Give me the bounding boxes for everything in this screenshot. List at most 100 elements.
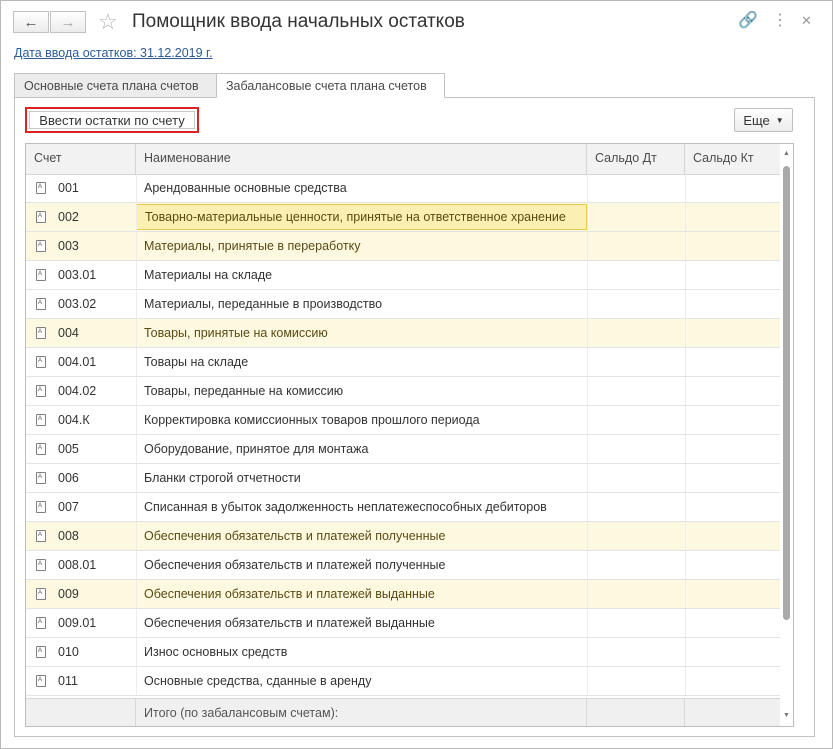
column-divider [136, 551, 137, 579]
table-row[interactable]: 004 Товары, принятые на комиссию [26, 319, 780, 348]
account-code: 008.01 [58, 558, 97, 572]
column-divider [685, 667, 686, 695]
page-title: Помощник ввода начальных остатков [132, 11, 465, 32]
account-code: 003.01 [58, 268, 97, 282]
account-name: Бланки строгой отчетности [144, 471, 301, 485]
column-divider [587, 609, 588, 637]
back-button[interactable]: ← [13, 11, 49, 33]
close-icon[interactable]: ✕ [801, 13, 812, 29]
column-divider [136, 232, 137, 260]
account-name: Корректировка комиссионных товаров прошл… [144, 413, 480, 427]
forward-button[interactable]: → [50, 11, 86, 33]
column-divider [136, 406, 137, 434]
scrollbar[interactable]: ▲ ▼ [780, 144, 793, 726]
tab-main-accounts[interactable]: Основные счета плана счетов [14, 73, 217, 98]
account-name: Оборудование, принятое для монтажа [144, 442, 369, 456]
column-divider [587, 522, 588, 550]
column-divider [136, 348, 137, 376]
column-divider [587, 406, 588, 434]
column-divider [136, 290, 137, 318]
column-divider [136, 319, 137, 347]
column-divider [136, 464, 137, 492]
account-name: Материалы на складе [144, 268, 273, 282]
account-code: 003 [58, 239, 79, 253]
column-divider [685, 551, 686, 579]
scroll-up-icon[interactable]: ▲ [780, 148, 793, 160]
column-divider [685, 290, 686, 318]
column-divider [685, 609, 686, 637]
link-icon[interactable]: 🔗 [738, 10, 758, 30]
account-code: 004.02 [58, 384, 97, 398]
column-divider [587, 638, 588, 666]
table-row[interactable]: 009.01 Обеспечения обязательств и платеже… [26, 609, 780, 638]
column-header-name[interactable]: Наименование [136, 144, 587, 174]
more-vert-icon[interactable]: ⋮ [772, 10, 788, 30]
scroll-down-icon[interactable]: ▼ [780, 710, 793, 722]
table-row[interactable]: 008 Обеспечения обязательств и платежей п… [26, 522, 780, 551]
table-row[interactable]: 006 Бланки строгой отчетности [26, 464, 780, 493]
date-link[interactable]: Дата ввода остатков: 31.12.2019 г. [14, 46, 213, 60]
column-divider [587, 551, 588, 579]
window: ← → ☆ Помощник ввода начальных остатков … [0, 0, 833, 749]
scroll-thumb[interactable] [783, 166, 790, 620]
star-icon[interactable]: ☆ [98, 9, 118, 35]
column-divider [136, 203, 137, 231]
column-header-debit[interactable]: Сальдо Дт [587, 144, 685, 174]
table-row[interactable]: 003.02 Материалы, переданные в производст… [26, 290, 780, 319]
column-header-credit[interactable]: Сальдо Кт [685, 144, 780, 174]
column-divider [587, 261, 588, 289]
table-row[interactable]: 009 Обеспечения обязательств и платежей в… [26, 580, 780, 609]
tab-label: Забалансовые счета плана счетов [226, 78, 427, 93]
column-divider [587, 493, 588, 521]
table-header: Счет Наименование Сальдо Дт Сальдо Кт [26, 144, 780, 175]
column-divider [136, 435, 137, 463]
table-row[interactable]: 001 Арендованные основные средства [26, 174, 780, 203]
table-row[interactable]: 003 Материалы, принятые в переработку [26, 232, 780, 261]
footer-total-label: Итого (по забалансовым счетам): [136, 699, 587, 726]
account-code: 008 [58, 529, 79, 543]
chevron-down-icon: ▼ [775, 115, 784, 125]
more-label: Еще [743, 112, 770, 128]
column-divider [685, 377, 686, 405]
arrow-left-icon: ← [23, 13, 39, 31]
column-divider [685, 522, 686, 550]
column-divider [685, 406, 686, 434]
tab-offbalance-accounts[interactable]: Забалансовые счета плана счетов [216, 73, 445, 98]
table-row[interactable]: 011 Основные средства, сданные в аренду [26, 667, 780, 696]
column-divider [587, 377, 588, 405]
table-row[interactable]: 005 Оборудование, принятое для монтажа [26, 435, 780, 464]
table-row[interactable]: 008.01 Обеспечения обязательств и платеже… [26, 551, 780, 580]
column-divider [587, 203, 588, 231]
footer-debit-total [587, 699, 685, 726]
table-row[interactable]: 007 Списанная в убыток задолженность непл… [26, 493, 780, 522]
enter-balance-button[interactable]: Ввести остатки по счету [25, 107, 199, 133]
column-divider [136, 609, 137, 637]
account-name: Материалы, переданные в производство [144, 297, 383, 311]
account-name: Товары, переданные на комиссию [144, 384, 344, 398]
footer-credit-total [685, 699, 780, 726]
table-row[interactable]: 002 Товарно-материальные ценности, принят… [26, 203, 780, 232]
column-divider [136, 377, 137, 405]
account-code: 009.01 [58, 616, 97, 630]
account-name: Арендованные основные средства [144, 181, 347, 195]
account-name: Основные средства, сданные в аренду [144, 674, 372, 688]
column-divider [685, 261, 686, 289]
arrow-right-icon: → [60, 13, 76, 31]
table-row[interactable]: 010 Износ основных средств [26, 638, 780, 667]
column-divider [136, 580, 137, 608]
table-row[interactable]: 004.01 Товары на складе [26, 348, 780, 377]
column-divider [685, 493, 686, 521]
column-divider [685, 203, 686, 231]
column-header-account[interactable]: Счет [26, 144, 136, 174]
table-row[interactable]: 004.К Корректировка комиссионных товаров … [26, 406, 780, 435]
column-divider [587, 348, 588, 376]
column-divider [587, 174, 588, 202]
account-code: 007 [58, 500, 79, 514]
account-name: Обеспечения обязательств и платежей полу… [144, 558, 446, 572]
account-code: 001 [58, 181, 79, 195]
table-row[interactable]: 003.01 Материалы на складе [26, 261, 780, 290]
more-button[interactable]: Еще ▼ [734, 108, 793, 132]
column-divider [685, 174, 686, 202]
enter-balance-label: Ввести остатки по счету [39, 112, 185, 128]
table-row[interactable]: 004.02 Товары, переданные на комиссию [26, 377, 780, 406]
